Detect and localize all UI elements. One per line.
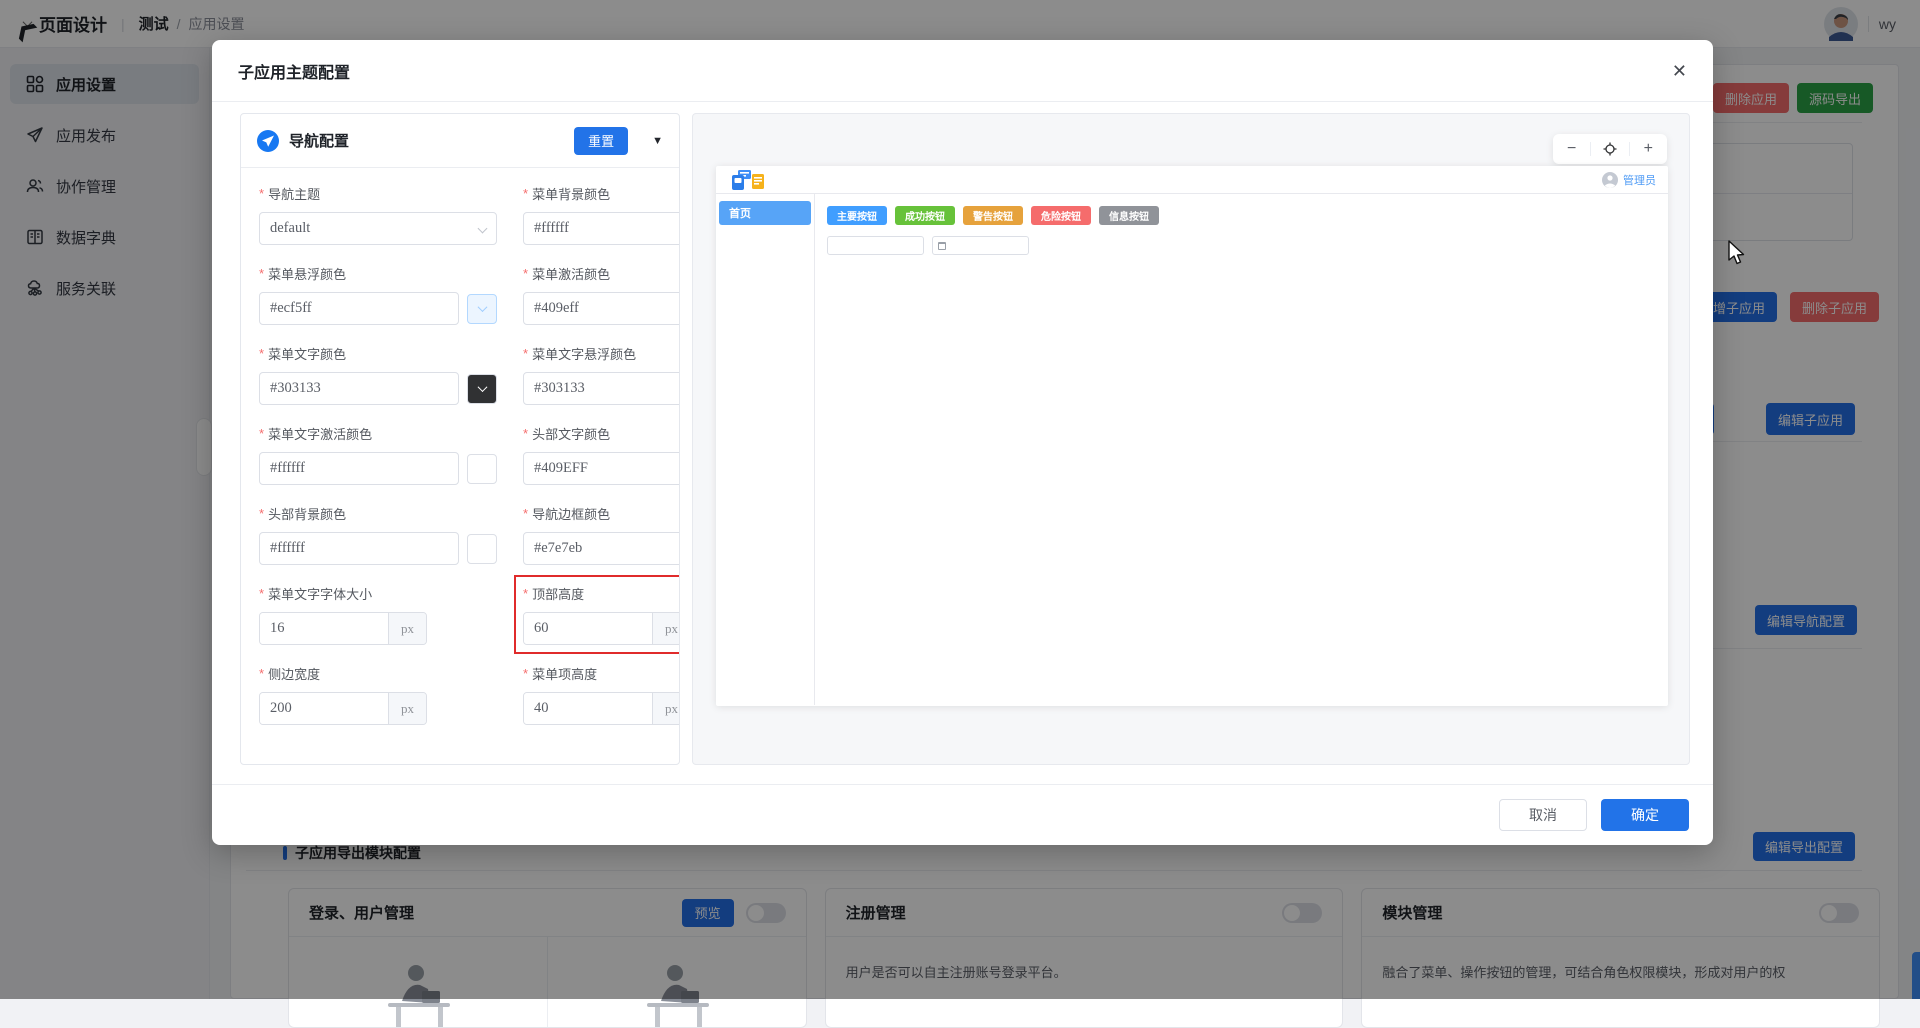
- field-header-bg-color: *头部背景颜色: [259, 504, 497, 565]
- preview-content: 主要按钮 成功按钮 警告按钮 危险按钮 信息按钮: [815, 194, 1668, 705]
- menu-item-height-input[interactable]: [524, 693, 652, 724]
- field-top-height: *顶部高度 px: [523, 584, 680, 645]
- preview-warning-button[interactable]: 警告按钮: [963, 206, 1023, 225]
- chevron-down-icon: [477, 382, 487, 392]
- menu-bg-color-input[interactable]: [523, 212, 680, 245]
- chevron-down-icon: [477, 302, 487, 312]
- side-width-input[interactable]: [260, 693, 388, 724]
- zoom-in-button[interactable]: +: [1630, 134, 1667, 164]
- header-bg-color-input[interactable]: [259, 532, 459, 565]
- color-swatch[interactable]: [467, 534, 497, 564]
- menu-text-active-color-input[interactable]: [259, 452, 459, 485]
- top-height-input[interactable]: [524, 613, 652, 644]
- menu-hover-color-input[interactable]: [259, 292, 459, 325]
- field-menu-font-size: *菜单文字字体大小 px: [259, 584, 497, 645]
- admin-avatar-icon: [1602, 172, 1618, 188]
- menu-text-color-input[interactable]: [259, 372, 459, 405]
- zoom-out-button[interactable]: −: [1553, 134, 1590, 164]
- theme-preview-panel: − + 管理员 首页: [692, 113, 1690, 765]
- confirm-button[interactable]: 确定: [1601, 799, 1689, 831]
- preview-date-input[interactable]: [932, 236, 1029, 255]
- nav-config-icon: [257, 130, 279, 152]
- menu-active-color-input[interactable]: [523, 292, 680, 325]
- aim-icon: [1603, 142, 1617, 156]
- reset-button[interactable]: 重置: [574, 127, 628, 155]
- theme-preview-window: 管理员 首页 主要按钮 成功按钮 警告按钮 危险按钮 信息按钮: [716, 166, 1668, 706]
- field-menu-text-hover-color: *菜单文字悬浮颜色: [523, 344, 680, 405]
- chevron-down-icon: [478, 224, 488, 234]
- admin-label: 管理员: [1623, 172, 1656, 188]
- field-side-width: *侧边宽度 px: [259, 664, 497, 725]
- reset-zoom-button[interactable]: [1591, 134, 1628, 164]
- field-header-text-color: *头部文字颜色: [523, 424, 680, 485]
- field-nav-theme: *导航主题 default: [259, 184, 497, 245]
- nav-config-form: *导航主题 default *菜单背景颜色 *菜单悬浮颜色: [241, 168, 679, 741]
- nav-config-title: 导航配置: [289, 130, 349, 151]
- preview-menu-item-home[interactable]: 首页: [719, 201, 811, 225]
- nav-border-color-input[interactable]: [523, 532, 680, 565]
- preview-sidebar: 首页: [716, 194, 815, 705]
- field-nav-border-color: *导航边框颜色: [523, 504, 680, 565]
- field-menu-item-height: *菜单项高度 px: [523, 664, 680, 725]
- preview-logo: [728, 169, 772, 191]
- nav-theme-select[interactable]: default: [259, 212, 497, 245]
- field-menu-hover-color: *菜单悬浮颜色: [259, 264, 497, 325]
- modal-title: 子应用主题配置: [238, 59, 350, 83]
- color-swatch[interactable]: [467, 294, 497, 324]
- preview-zoom-toolbar: − +: [1553, 134, 1667, 164]
- unit-label: px: [652, 613, 680, 644]
- close-icon[interactable]: ✕: [1672, 62, 1687, 80]
- preview-admin: 管理员: [1602, 172, 1656, 188]
- unit-label: px: [388, 693, 426, 724]
- header-text-color-input[interactable]: [523, 452, 680, 485]
- mouse-cursor: [1726, 240, 1748, 266]
- preview-success-button[interactable]: 成功按钮: [895, 206, 955, 225]
- cancel-button[interactable]: 取消: [1499, 799, 1587, 831]
- field-menu-text-active-color: *菜单文字激活颜色: [259, 424, 497, 485]
- field-menu-bg-color: *菜单背景颜色: [523, 184, 680, 245]
- color-swatch[interactable]: [467, 374, 497, 404]
- color-swatch[interactable]: [467, 454, 497, 484]
- unit-label: px: [652, 693, 680, 724]
- calendar-icon: [938, 242, 946, 250]
- field-menu-text-color: *菜单文字颜色: [259, 344, 497, 405]
- menu-font-size-input[interactable]: [260, 613, 388, 644]
- preview-primary-button[interactable]: 主要按钮: [827, 206, 887, 225]
- modal-footer: 取消 确定: [212, 784, 1713, 845]
- theme-config-modal: 子应用主题配置 ✕ 导航配置 重置 ▼ *导航主题 default *菜单背景颜…: [212, 40, 1713, 845]
- collapse-caret-icon[interactable]: ▼: [652, 135, 663, 147]
- nav-config-panel: 导航配置 重置 ▼ *导航主题 default *菜单背景颜色 *菜单悬浮颜色: [240, 113, 680, 765]
- preview-danger-button[interactable]: 危险按钮: [1031, 206, 1091, 225]
- unit-label: px: [388, 613, 426, 644]
- preview-text-input[interactable]: [827, 236, 924, 255]
- preview-info-button[interactable]: 信息按钮: [1099, 206, 1159, 225]
- field-menu-active-color: *菜单激活颜色: [523, 264, 680, 325]
- menu-text-hover-color-input[interactable]: [523, 372, 680, 405]
